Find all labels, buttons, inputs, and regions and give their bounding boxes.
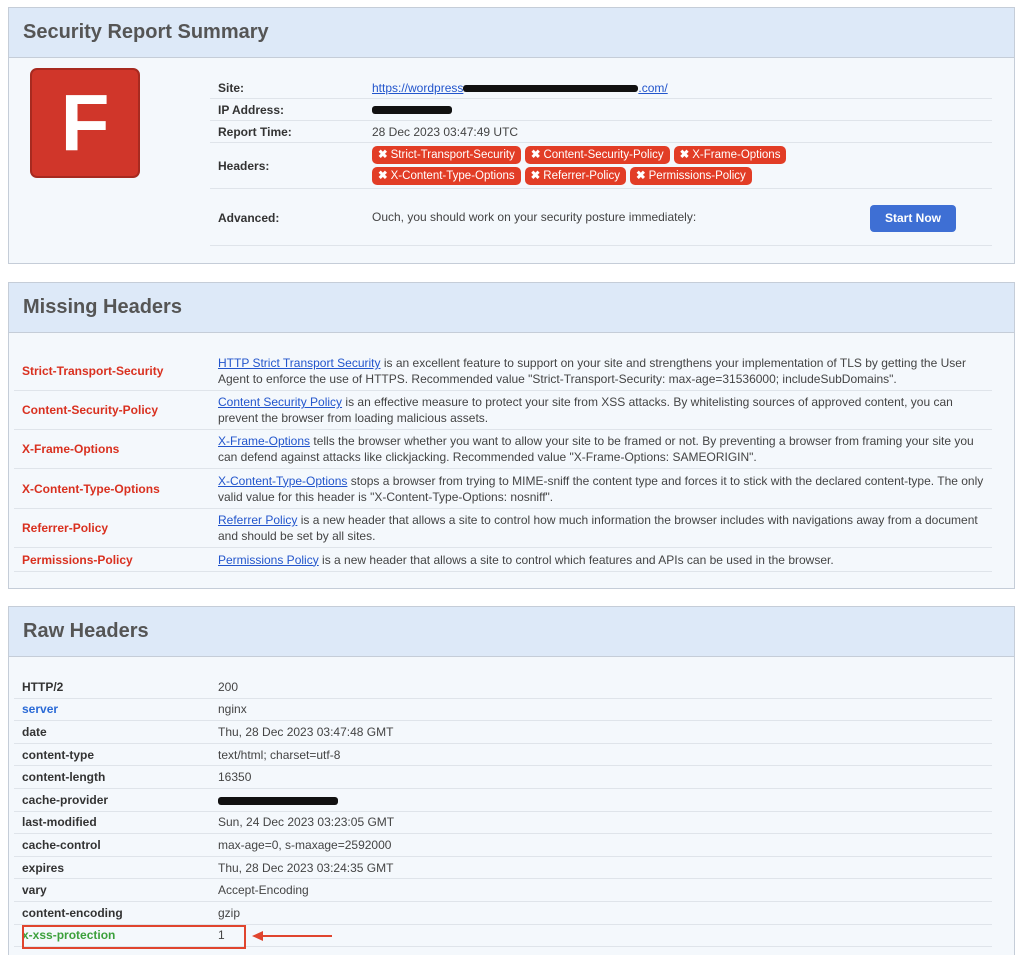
missing-row: X-Frame-Options X-Frame-Options tells th… [14, 430, 992, 469]
raw-value: Sun, 24 Dec 2023 03:23:05 GMT [218, 815, 395, 830]
site-row: Site: https://wordpress .com/ [210, 77, 992, 99]
missing-header-badges: ✖ Strict-Transport-Security ✖ Content-Secu… [372, 146, 932, 185]
raw-row: last-modified Sun, 24 Dec 2023 03:23:05 G… [14, 812, 992, 835]
doc-link[interactable]: Permissions Policy [218, 553, 319, 567]
raw-row: cache-control max-age=0, s-maxage=2592000 [14, 834, 992, 857]
raw-row: vary Accept-Encoding [14, 879, 992, 902]
raw-value: text/html; charset=utf-8 [218, 747, 341, 762]
missing-header-name: Permissions-Policy [22, 552, 133, 567]
headers-label: Headers: [218, 158, 270, 173]
raw-headers-header: Raw Headers [9, 607, 1014, 657]
headers-row: Headers: ✖ Strict-Transport-Security ✖ Con… [210, 143, 992, 189]
left-arrow-icon [252, 931, 332, 941]
missing-header-name: X-Frame-Options [22, 442, 120, 456]
missing-header-name: X-Content-Type-Options [22, 481, 160, 496]
missing-row: Permissions-Policy Permissions Policy is… [14, 548, 992, 572]
advanced-text: Ouch, you should work on your security p… [372, 210, 697, 224]
raw-value: nginx [218, 702, 247, 717]
doc-link[interactable]: X-Content-Type-Options [218, 474, 347, 488]
missing-row: Referrer-Policy Referrer Policy is a new… [14, 509, 992, 548]
raw-key: cache-provider [22, 792, 109, 807]
highlight-box [22, 925, 246, 949]
raw-key: date [22, 724, 47, 739]
x-icon: ✖ [679, 149, 690, 161]
raw-value: Thu, 28 Dec 2023 03:47:48 GMT [218, 724, 394, 739]
x-icon: ✖ [530, 170, 541, 182]
x-icon: ✖ [635, 170, 646, 182]
header-badge[interactable]: ✖ X-Content-Type-Options [372, 167, 521, 185]
site-link[interactable]: https://wordpress .com/ [372, 81, 668, 95]
raw-value: Thu, 28 Dec 2023 03:24:35 GMT [218, 860, 394, 875]
doc-link[interactable]: Referrer Policy [218, 513, 297, 527]
missing-headers-header: Missing Headers [9, 283, 1014, 333]
raw-row: server nginx [14, 699, 992, 722]
raw-key: expires [22, 860, 65, 875]
raw-key: content-encoding [22, 905, 123, 920]
raw-row: date Thu, 28 Dec 2023 03:47:48 GMT [14, 721, 992, 744]
header-badge[interactable]: ✖ Permissions-Policy [629, 167, 752, 185]
doc-link[interactable]: X-Frame-Options [218, 434, 310, 448]
raw-value: max-age=0, s-maxage=2592000 [218, 837, 392, 852]
header-badge[interactable]: ✖ X-Frame-Options [673, 146, 787, 164]
x-icon: ✖ [378, 170, 388, 182]
doc-link[interactable]: HTTP Strict Transport Security [218, 356, 381, 370]
raw-key: last-modified [22, 815, 97, 830]
raw-key: content-type [22, 747, 94, 762]
grade-badge: F [30, 68, 140, 178]
missing-header-name: Content-Security-Policy [22, 403, 159, 417]
redacted-block [463, 84, 639, 92]
raw-row: HTTP/2 200 [14, 676, 992, 699]
raw-key: server [22, 702, 59, 717]
missing-row: Content-Security-Policy Content Security… [14, 391, 992, 430]
raw-key: cache-control [22, 837, 101, 852]
ip-label: IP Address: [218, 102, 285, 117]
raw-row: content-type text/html; charset=utf-8 [14, 744, 992, 767]
raw-value: 200 [218, 679, 239, 694]
x-icon: ✖ [378, 149, 388, 161]
report-time-label: Report Time: [218, 124, 292, 139]
raw-row: cache-provider [14, 789, 992, 812]
raw-headers-title: Raw Headers [23, 620, 149, 642]
ip-row: IP Address: [210, 99, 992, 121]
raw-key: vary [22, 883, 47, 898]
redacted-ip [372, 106, 452, 115]
raw-value: 1 [218, 928, 225, 943]
missing-header-name: Strict-Transport-Security [22, 364, 164, 378]
missing-row: X-Content-Type-Options X-Content-Type-Op… [14, 469, 992, 509]
advanced-label: Advanced: [218, 211, 280, 225]
raw-key: content-length [22, 770, 106, 785]
missing-header-name: Referrer-Policy [22, 521, 109, 535]
summary-header: Security Report Summary [9, 8, 1014, 58]
raw-key: HTTP/2 [22, 679, 64, 694]
site-label: Site: [218, 80, 245, 95]
missing-row: Strict-Transport-Security HTTP Strict Tr… [14, 352, 992, 391]
advanced-row: Advanced: Ouch, you should work on your … [210, 189, 992, 246]
raw-row: expires Thu, 28 Dec 2023 03:24:35 GMT [14, 857, 992, 880]
report-time-row: Report Time: 28 Dec 2023 03:47:49 UTC [210, 121, 992, 143]
doc-link[interactable]: Content Security Policy [218, 395, 342, 409]
raw-value: gzip [218, 905, 241, 920]
x-icon: ✖ [530, 149, 541, 161]
report-time-value: 28 Dec 2023 03:47:49 UTC [372, 124, 519, 139]
raw-value: Accept-Encoding [218, 883, 309, 898]
raw-value: 16350 [218, 770, 252, 785]
header-badge[interactable]: ✖ Strict-Transport-Security [372, 146, 521, 164]
raw-row: content-length 16350 [14, 766, 992, 789]
header-badge[interactable]: ✖ Content-Security-Policy [524, 146, 670, 164]
missing-headers-title: Missing Headers [23, 296, 182, 318]
start-now-button[interactable]: Start Now [870, 204, 956, 232]
summary-title: Security Report Summary [23, 21, 269, 43]
header-badge[interactable]: ✖ Referrer-Policy [524, 167, 626, 185]
redacted-value [218, 796, 338, 805]
raw-row: content-encoding gzip [14, 902, 992, 925]
